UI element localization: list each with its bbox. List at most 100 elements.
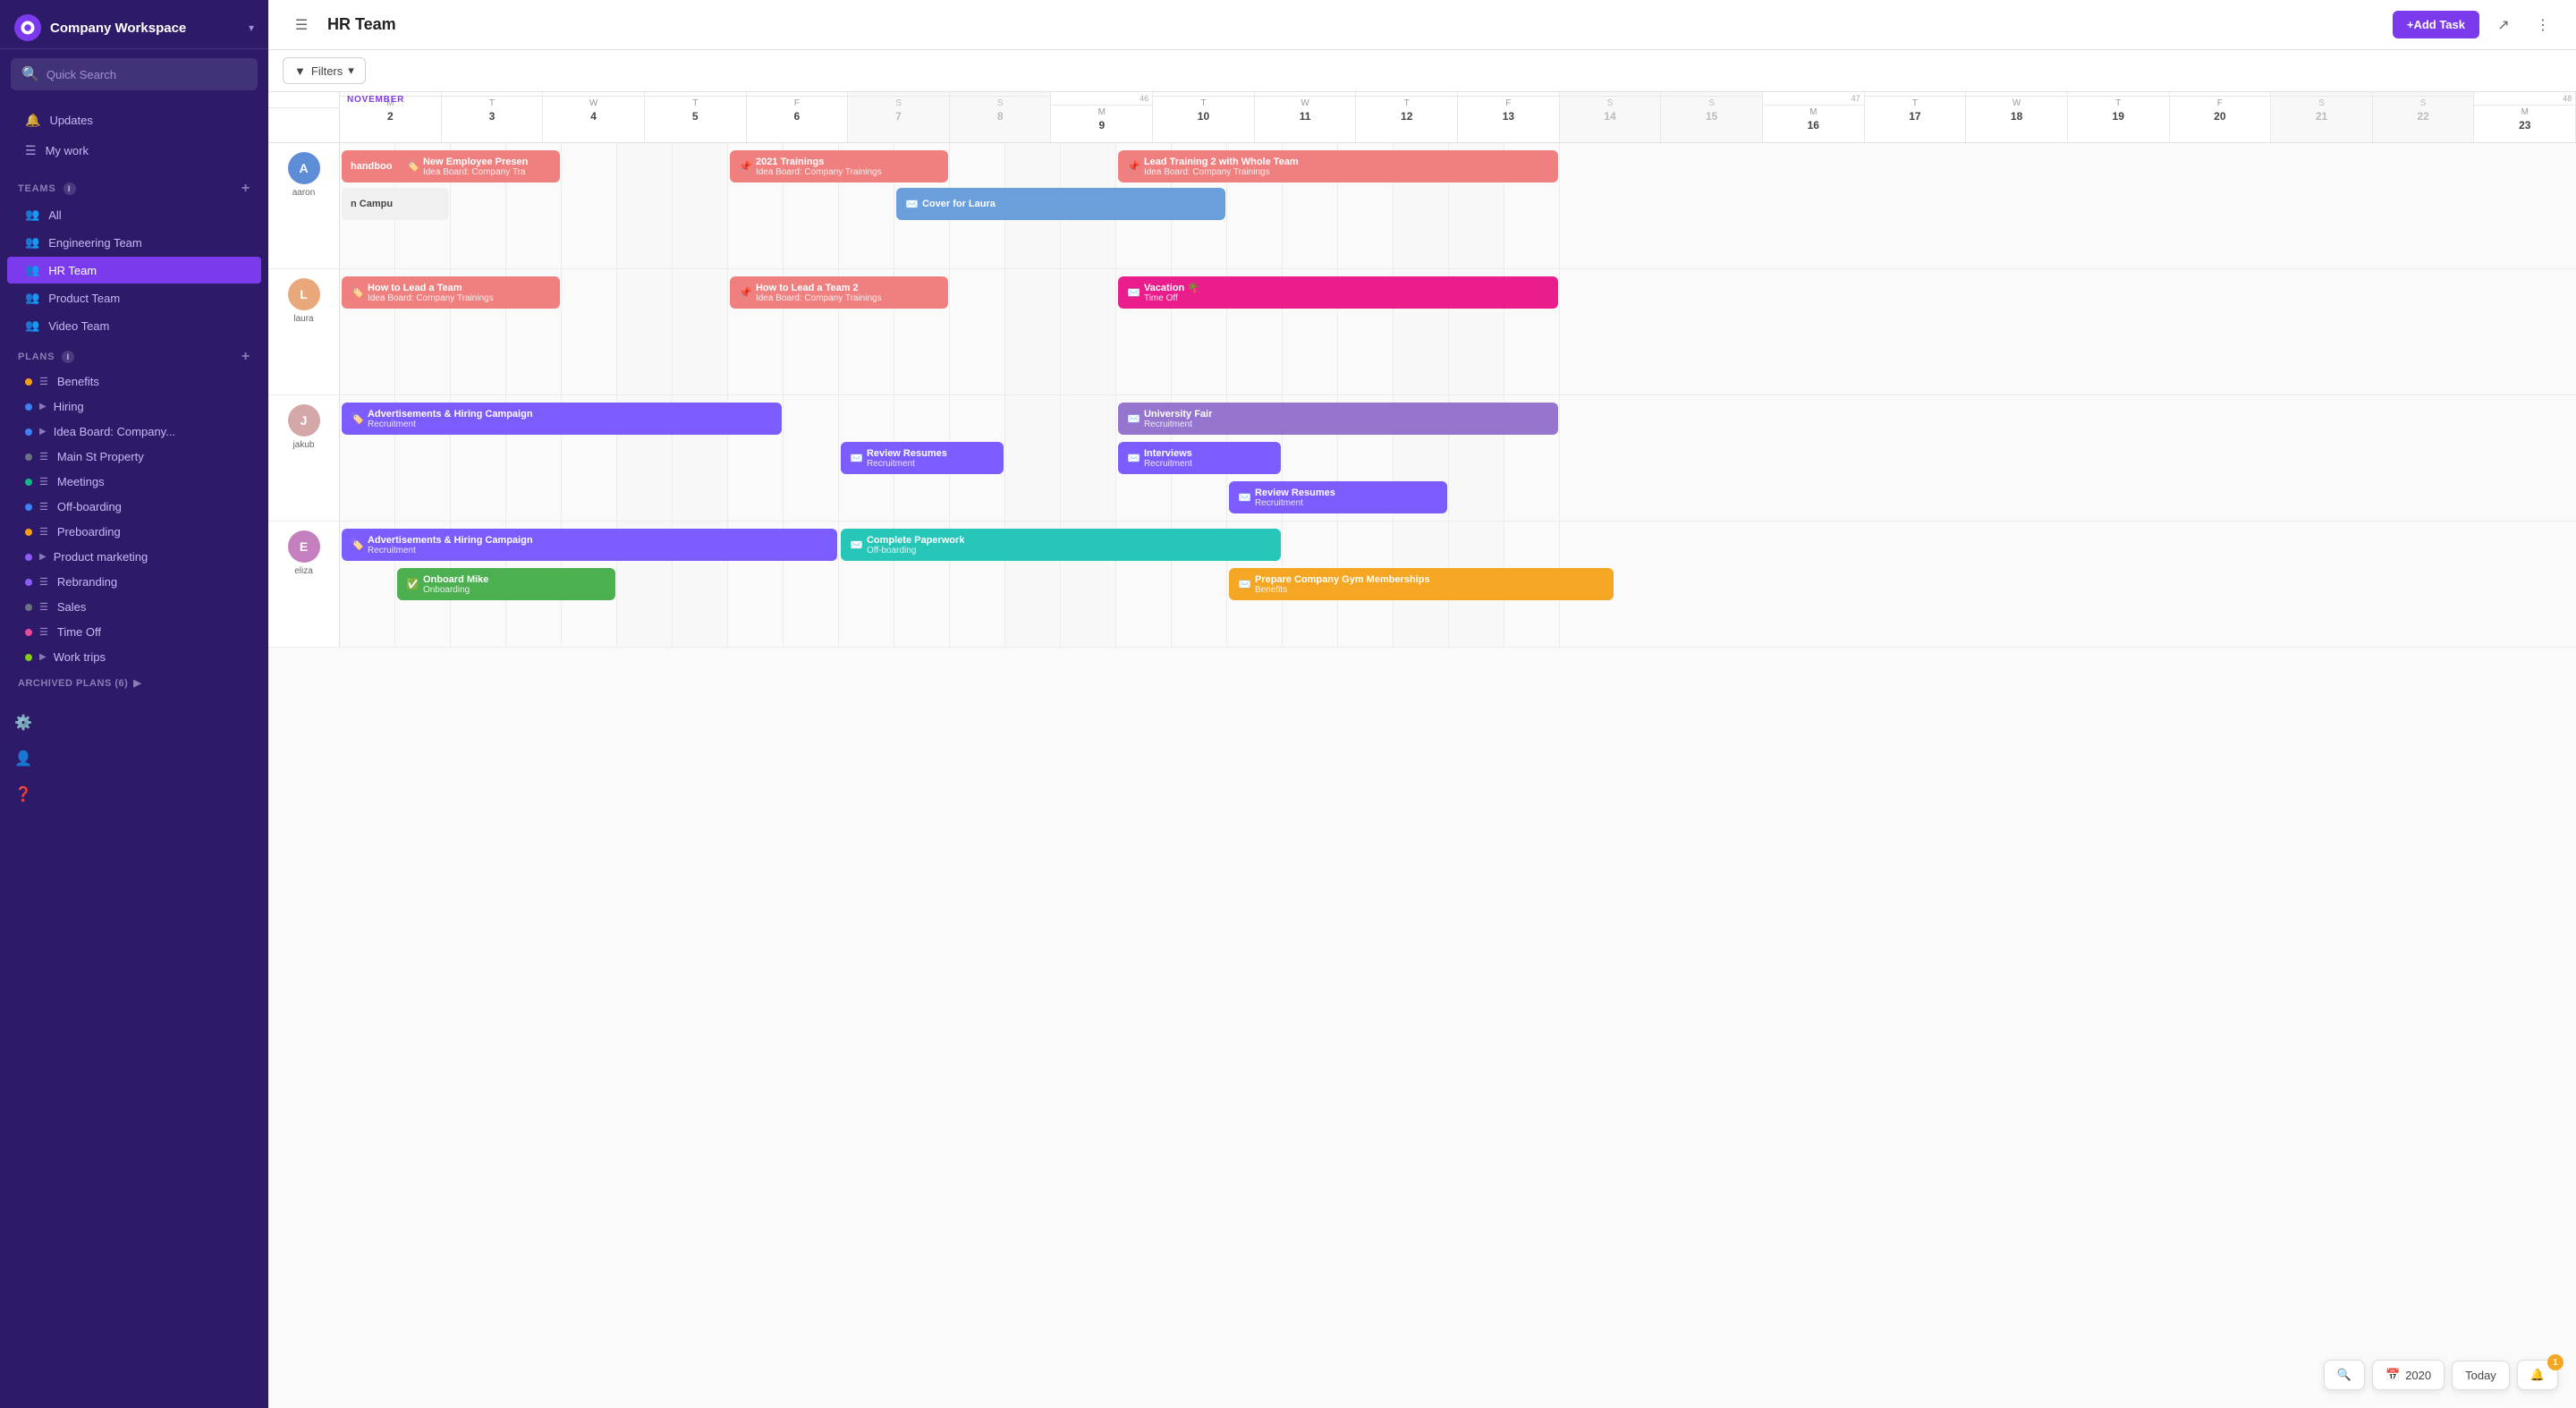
- cal-day-col-11: W11: [1255, 92, 1357, 142]
- sidebar-item-hr[interactable]: 👥 HR Team: [7, 257, 261, 284]
- chevron-ideaboard-icon: ▶: [39, 427, 47, 437]
- calendar-area[interactable]: M2T3W4T5F6S7S846M9T10W11T12F13S14S1547M1…: [268, 92, 2576, 1408]
- task-bar[interactable]: 📌2021 TrainingsIdea Board: Company Train…: [730, 150, 948, 182]
- sidebar-item-video[interactable]: 👥 Video Team: [7, 312, 261, 339]
- task-bar[interactable]: ✉️InterviewsRecruitment: [1118, 442, 1281, 474]
- task-bar-content: Lead Training 2 with Whole TeamIdea Boar…: [1144, 157, 1299, 177]
- sidebar: Company Workspace ▾ 🔍 🔔 Updates ☰ My wor…: [0, 0, 268, 1408]
- sidebar-item-all[interactable]: 👥 All: [7, 201, 261, 228]
- task-bar[interactable]: 🏷️New Employee PresenIdea Board: Company…: [397, 150, 560, 182]
- more-options-icon-btn[interactable]: ⋮: [2528, 10, 2558, 40]
- day-num: 11: [1255, 109, 1356, 126]
- task-bar[interactable]: 📌Lead Training 2 with Whole TeamIdea Boa…: [1118, 150, 1558, 182]
- sidebar-plan-benefits[interactable]: ☰ Benefits: [7, 369, 261, 394]
- settings-icon-btn[interactable]: ⚙️: [7, 707, 39, 739]
- sidebar-plan-mainstproperty[interactable]: ☰ Main St Property: [7, 445, 261, 469]
- task-bar[interactable]: 🏷️Advertisements & Hiring CampaignRecrui…: [342, 403, 782, 435]
- sidebar-plan-sales[interactable]: ☰ Sales: [7, 595, 261, 619]
- sidebar-plan-productmarketing[interactable]: ▶ Product marketing: [7, 545, 261, 569]
- task-bar[interactable]: ✉️ Vacation 🌴Time Off: [1118, 276, 1558, 309]
- day-num: 17: [1865, 109, 1966, 126]
- help-icon-btn[interactable]: ❓: [7, 778, 39, 810]
- users-icon-btn[interactable]: 👤: [7, 742, 39, 775]
- task-title: Review Resumes: [867, 448, 947, 459]
- task-subtitle: Recruitment: [1255, 498, 1335, 508]
- task-icon: ✉️: [1127, 286, 1140, 299]
- day-num: 22: [2373, 109, 2474, 126]
- sidebar-plan-preboarding[interactable]: ☰ Preboarding: [7, 520, 261, 544]
- task-bar-content: Vacation 🌴Time Off: [1144, 282, 1199, 303]
- cal-day-col-19: T19: [2068, 92, 2170, 142]
- grid-cell: [673, 143, 728, 268]
- today-button[interactable]: Today: [2452, 1361, 2510, 1390]
- search-bar[interactable]: 🔍: [11, 58, 258, 90]
- sidebar-plan-worktrips[interactable]: ▶ Work trips: [7, 645, 261, 669]
- sidebar-item-updates[interactable]: 🔔 Updates: [7, 106, 261, 135]
- sidebar-plan-ideaboard[interactable]: ▶ Idea Board: Company...: [7, 420, 261, 444]
- sidebar-plan-offboarding[interactable]: ☰ Off-boarding: [7, 495, 261, 519]
- calendar-date-btn[interactable]: 📅 2020: [2372, 1360, 2445, 1390]
- menu-icon-btn[interactable]: ☰: [286, 10, 317, 40]
- add-task-button[interactable]: +Add Task: [2393, 11, 2479, 38]
- sidebar-item-engineering[interactable]: 👥 Engineering Team: [7, 229, 261, 256]
- grid-icon: ☰: [25, 143, 37, 158]
- task-title: Onboard Mike: [423, 574, 488, 585]
- plans-info-icon[interactable]: i: [62, 351, 74, 363]
- task-icon: 🏷️: [351, 412, 364, 425]
- team-product-label: Product Team: [48, 292, 120, 305]
- day-num: 19: [2068, 109, 2169, 126]
- team-video-label: Video Team: [48, 319, 109, 333]
- task-bar[interactable]: 📌How to Lead a Team 2Idea Board: Company…: [730, 276, 948, 309]
- day-num: 3: [442, 109, 543, 126]
- task-bar[interactable]: ✉️University FairRecruitment: [1118, 403, 1558, 435]
- task-bar[interactable]: n Campu: [342, 188, 449, 220]
- row-cells-eliza: 🏷️Advertisements & Hiring CampaignRecrui…: [340, 522, 2576, 647]
- zoom-icon-btn[interactable]: 🔍: [2324, 1360, 2365, 1390]
- filter-button[interactable]: ▼ Filters ▾: [283, 57, 366, 84]
- task-title: n Campu: [351, 199, 393, 209]
- task-bar[interactable]: ✉️Cover for Laura: [896, 188, 1225, 220]
- cal-day-col-22: S22: [2373, 92, 2475, 142]
- cal-day-col-5: T5: [645, 92, 747, 142]
- task-bar[interactable]: 🏷️How to Lead a TeamIdea Board: Company …: [342, 276, 560, 309]
- cal-day-col-20: F20: [2170, 92, 2272, 142]
- row-name-eliza: eliza: [294, 566, 313, 576]
- teams-info-icon[interactable]: i: [64, 182, 76, 195]
- task-bar[interactable]: 🏷️Advertisements & Hiring CampaignRecrui…: [342, 529, 837, 561]
- search-input[interactable]: [47, 68, 247, 81]
- calendar-grid: M2T3W4T5F6S7S846M9T10W11T12F13S14S1547M1…: [268, 92, 2576, 648]
- task-icon: ✉️: [1127, 452, 1140, 464]
- task-subtitle: Recruitment: [368, 546, 533, 556]
- cal-day-col-14: S14: [1560, 92, 1662, 142]
- sidebar-plan-rebranding[interactable]: ☰ Rebranding: [7, 570, 261, 594]
- sidebar-item-product[interactable]: 👥 Product Team: [7, 284, 261, 311]
- sidebar-plan-meetings[interactable]: ☰ Meetings: [7, 470, 261, 494]
- sidebar-item-mywork[interactable]: ☰ My work: [7, 136, 261, 165]
- add-team-icon[interactable]: +: [242, 181, 250, 197]
- task-bar[interactable]: ✉️Complete PaperworkOff-boarding: [841, 529, 1281, 561]
- sidebar-header[interactable]: Company Workspace ▾: [0, 0, 268, 49]
- task-bar[interactable]: ✅Onboard MikeOnboarding: [397, 568, 615, 600]
- task-bar[interactable]: ✉️Review ResumesRecruitment: [1229, 481, 1447, 513]
- sidebar-plan-timeoff[interactable]: ☰ Time Off: [7, 620, 261, 644]
- cal-day-col-3: T3: [442, 92, 544, 142]
- page-title: HR Team: [327, 15, 396, 34]
- task-bar[interactable]: ✉️Review ResumesRecruitment: [841, 442, 1004, 474]
- add-plan-icon[interactable]: +: [242, 349, 250, 365]
- plans-list: ☰ Benefits ▶ Hiring ▶ Idea Board: Compan…: [0, 369, 268, 670]
- task-bar-content: handboo: [351, 161, 392, 172]
- share-icon-btn[interactable]: ↗: [2488, 10, 2519, 40]
- workspace-chevron-icon[interactable]: ▾: [249, 21, 254, 34]
- task-bar[interactable]: ✉️Prepare Company Gym MembershipsBenefit…: [1229, 568, 1614, 600]
- row-name-laura: laura: [293, 314, 313, 324]
- day-num: 10: [1153, 109, 1254, 126]
- task-bar-content: New Employee PresenIdea Board: Company T…: [423, 157, 528, 177]
- grid-cell: [673, 269, 728, 394]
- day-name: S: [2373, 97, 2474, 109]
- day-name: S: [1661, 97, 1762, 109]
- cal-days-row: M2T3W4T5F6S7S846M9T10W11T12F13S14S1547M1…: [340, 92, 2576, 142]
- cal-day-col-6: F6: [747, 92, 849, 142]
- archived-plans[interactable]: ARCHIVED PLANS (6) ▶: [0, 670, 268, 696]
- row-cells-jakub: 🏷️Advertisements & Hiring CampaignRecrui…: [340, 395, 2576, 521]
- sidebar-plan-hiring[interactable]: ▶ Hiring: [7, 394, 261, 419]
